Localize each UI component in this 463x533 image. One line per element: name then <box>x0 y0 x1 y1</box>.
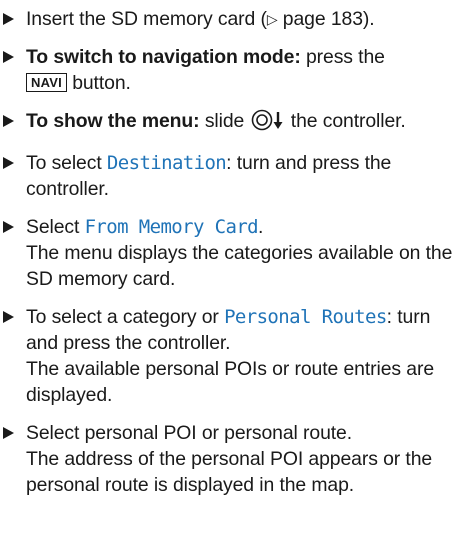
step-result: The available personal POIs or route ent… <box>26 358 435 406</box>
step-text-after: button. <box>66 72 131 94</box>
step-text: Insert the SD memory card (▷ page 183). <box>26 6 455 32</box>
step-result: The menu displays the categories availab… <box>26 242 453 290</box>
step-heading: To switch to navigation mode: <box>26 46 301 68</box>
step-select-memory-card: Select From Memory Card. The menu display… <box>2 214 455 292</box>
bullet-icon <box>2 108 26 127</box>
bullet-icon <box>2 6 26 25</box>
step-select-category: To select a category or Personal Routes:… <box>2 304 455 408</box>
bullet-icon <box>2 304 26 323</box>
step-navigation-mode: To switch to navigation mode: press the N… <box>2 44 455 96</box>
bullet-icon <box>2 420 26 439</box>
navi-key-label: NAVI <box>26 73 67 92</box>
menu-item-personal-routes: Personal Routes <box>224 306 387 328</box>
step-insert-sd-card: Insert the SD memory card (▷ page 183). <box>2 6 455 32</box>
step-show-menu: To show the menu: slide the controller. <box>2 108 455 138</box>
step-select-poi-or-route: Select personal POI or personal route. Th… <box>2 420 455 498</box>
step-text-before: press the <box>300 46 385 68</box>
menu-item-from-memory-card: From Memory Card <box>84 216 259 238</box>
controller-slide-down-icon <box>251 109 285 138</box>
step-text-before: Select personal POI or personal route. <box>26 422 353 444</box>
bullet-icon <box>2 214 26 233</box>
step-result: The address of the personal POI appears … <box>26 448 433 496</box>
step-text-before: To select a category or <box>26 306 225 328</box>
step-text: To select a category or Personal Routes:… <box>26 304 455 408</box>
page-reference: page 183). <box>277 8 375 30</box>
step-text-before: To select <box>26 152 107 174</box>
step-text: Select From Memory Card. The menu display… <box>26 214 455 292</box>
step-heading: To show the menu: <box>26 110 200 132</box>
step-text-after: the controller. <box>285 110 406 132</box>
step-text-before: Insert the SD memory card ( <box>26 8 267 30</box>
page-reference-arrow-icon: ▷ <box>266 11 278 27</box>
step-text-before: slide <box>199 110 250 132</box>
step-text: Select personal POI or personal route. Th… <box>26 420 455 498</box>
menu-item-destination: Destination <box>106 152 227 174</box>
bullet-icon <box>2 150 26 169</box>
step-text: To show the menu: slide the controller. <box>26 108 455 138</box>
step-text: To select Destination: turn and press th… <box>26 150 455 202</box>
instruction-list: Insert the SD memory card (▷ page 183). … <box>0 0 463 533</box>
step-text-after: . <box>258 216 264 238</box>
bullet-icon <box>2 44 26 63</box>
step-text-before: Select <box>26 216 85 238</box>
step-text: To switch to navigation mode: press the N… <box>26 44 455 96</box>
step-select-destination: To select Destination: turn and press th… <box>2 150 455 202</box>
